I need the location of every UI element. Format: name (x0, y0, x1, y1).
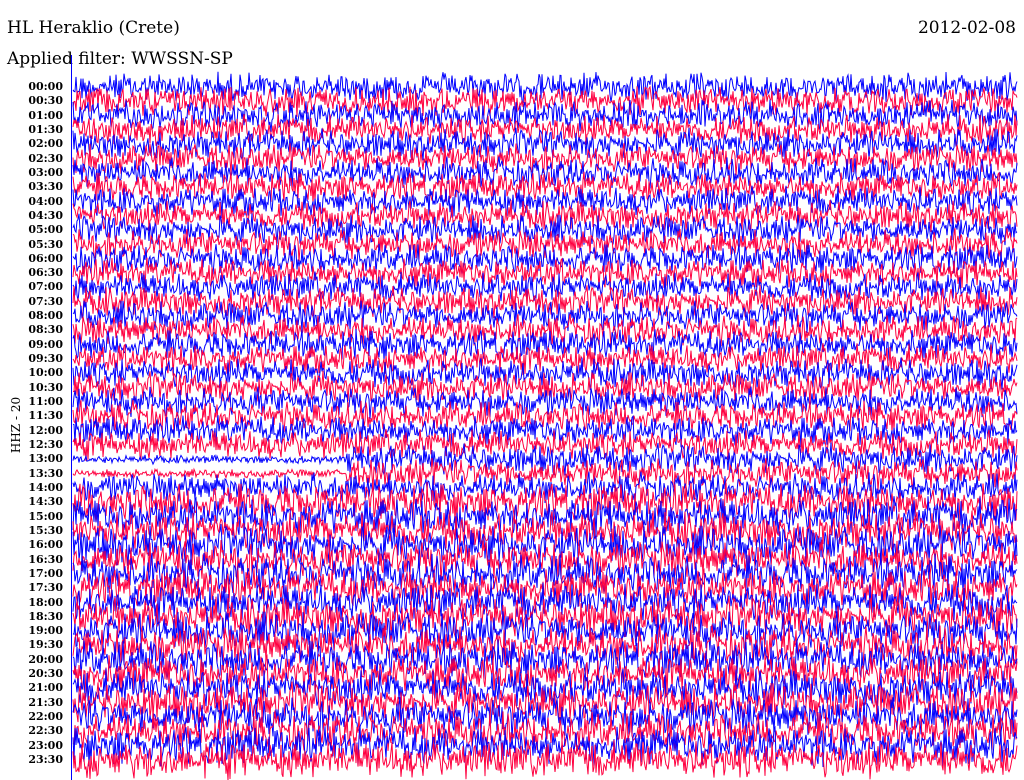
trace-2000 (72, 639, 1018, 681)
trace-1000 (72, 357, 1018, 391)
helicorder-plot (71, 55, 1018, 780)
